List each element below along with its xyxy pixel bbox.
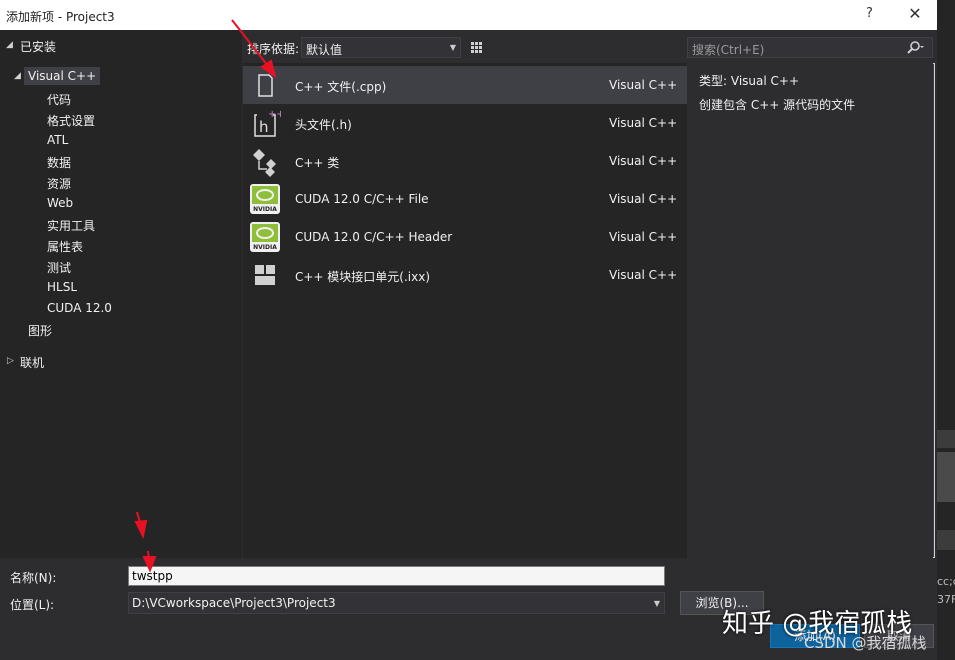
nvidia-icon: NVIDIA: [250, 222, 280, 252]
template-name: 头文件(.h): [295, 118, 352, 132]
template-language: Visual C++: [609, 268, 678, 282]
template-language: Visual C++: [609, 116, 678, 130]
tree-item-child[interactable]: ATL: [47, 133, 68, 147]
collapsed-arrow-icon[interactable]: ▷: [7, 356, 14, 366]
template-row[interactable]: C++ 类 Visual C++: [243, 142, 687, 180]
template-name: C++ 类: [295, 156, 340, 170]
template-language: Visual C++: [609, 192, 678, 206]
close-button[interactable]: ✕: [906, 4, 924, 23]
expanded-arrow-icon[interactable]: ◢: [14, 71, 21, 81]
header-file-icon: h ++: [254, 109, 281, 137]
svg-text:h: h: [259, 118, 269, 136]
tree-item-child[interactable]: 格式设置: [47, 112, 95, 129]
search-icon[interactable]: [906, 40, 926, 56]
name-label: 名称(N):: [10, 571, 57, 585]
type-value: Visual C++: [730, 74, 800, 88]
chevron-down-icon: ▼: [449, 43, 456, 52]
help-button[interactable]: ?: [866, 6, 873, 21]
template-row[interactable]: C++ 模块接口单元(.ixx) Visual C++: [243, 256, 687, 294]
location-value: D:\VCworkspace\Project3\Project3: [132, 596, 336, 610]
template-description: 创建包含 C++ 源代码的文件: [699, 98, 856, 112]
background-strip-block: [937, 452, 955, 502]
name-field[interactable]: twstpp: [128, 566, 665, 586]
tree-item-child[interactable]: 属性表: [47, 238, 83, 255]
chevron-down-icon[interactable]: ▼: [654, 599, 660, 608]
expanded-arrow-icon[interactable]: ◢: [6, 40, 13, 50]
template-row[interactable]: NVIDIA CUDA 12.0 C/C++ File Visual C++: [243, 180, 687, 218]
tree-item-child[interactable]: Web: [47, 196, 73, 210]
template-language: Visual C++: [609, 78, 678, 92]
nvidia-badge-text: NVIDIA: [253, 244, 277, 251]
tree-item-child[interactable]: 资源: [47, 175, 71, 192]
cpp-file-icon: [258, 74, 273, 97]
module-icon: [255, 265, 275, 285]
tree-item-child[interactable]: CUDA 12.0: [47, 301, 112, 315]
template-name: C++ 文件(.cpp): [295, 80, 387, 94]
grid-view-icon: [471, 42, 482, 53]
background-text: cc;c: [937, 575, 955, 588]
type-row: 类型: Visual C++: [699, 72, 799, 89]
tree-item-child[interactable]: HLSL: [47, 280, 77, 294]
class-icon: [253, 149, 276, 177]
template-name: CUDA 12.0 C/C++ File: [295, 192, 429, 206]
tree-item-child[interactable]: 测试: [47, 259, 71, 276]
background-window-strip: cc;c 37F: [937, 0, 955, 660]
nvidia-icon: NVIDIA: [250, 184, 280, 214]
tree-item-online[interactable]: 联机: [20, 354, 44, 371]
search-placeholder: 搜索(Ctrl+E): [692, 43, 765, 57]
template-language: Visual C++: [609, 230, 678, 244]
template-row[interactable]: h ++ 头文件(.h) Visual C++: [243, 104, 687, 142]
tree-item-graphics[interactable]: 图形: [28, 322, 52, 339]
sort-dropdown[interactable]: 默认值 ▼: [301, 37, 461, 58]
csdn-watermark: CSDN @我宿孤栈: [804, 634, 927, 652]
window-title: 添加新项 - Project3: [6, 10, 115, 24]
template-row[interactable]: NVIDIA CUDA 12.0 C/C++ Header Visual C++: [243, 218, 687, 256]
tree-item-child[interactable]: 实用工具: [47, 217, 95, 234]
tree-item-installed[interactable]: 已安装: [20, 38, 56, 55]
tree-item-child[interactable]: 代码: [47, 91, 71, 108]
search-input[interactable]: 搜索(Ctrl+E): [687, 37, 933, 58]
template-list: C++ 文件(.cpp) Visual C++ h ++ 头文件(.h) Vis…: [243, 63, 687, 558]
svg-text:++: ++: [268, 109, 281, 120]
sort-label: 排序依据:: [247, 42, 300, 56]
details-panel: 类型: Visual C++ 创建包含 C++ 源代码的文件: [687, 63, 933, 558]
tree-item-visual-cpp[interactable]: Visual C++: [24, 67, 101, 85]
template-language: Visual C++: [609, 154, 678, 168]
background-text: 37F: [937, 593, 955, 606]
grid-view-button[interactable]: [466, 37, 487, 58]
category-tree: ◢ 已安装 ◢ Visual C++ 代码 格式设置 ATL 数据 资源 Web…: [0, 30, 242, 558]
background-strip-block: [937, 430, 955, 448]
template-name: C++ 模块接口单元(.ixx): [295, 270, 431, 284]
nvidia-badge-text: NVIDIA: [253, 206, 277, 213]
background-strip-block: [937, 530, 955, 550]
template-name: CUDA 12.0 C/C++ Header: [295, 230, 453, 244]
template-row[interactable]: C++ 文件(.cpp) Visual C++: [243, 66, 687, 104]
tree-item-child[interactable]: 数据: [47, 154, 71, 171]
sort-value: 默认值: [306, 43, 343, 57]
type-label: 类型:: [699, 74, 728, 88]
location-field[interactable]: D:\VCworkspace\Project3\Project3 ▼: [128, 592, 665, 614]
title-bar: 添加新项 - Project3 ? ✕: [0, 0, 937, 30]
location-label: 位置(L):: [10, 598, 55, 612]
